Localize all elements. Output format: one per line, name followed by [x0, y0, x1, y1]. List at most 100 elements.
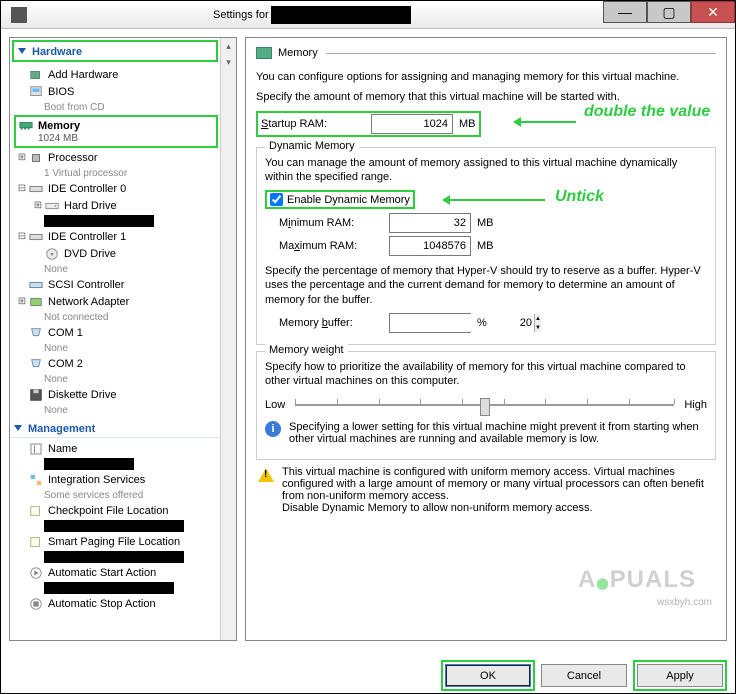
startup-ram-label: Startup RAM: — [261, 118, 371, 130]
buffer-input[interactable] — [390, 314, 534, 332]
tree-dvd[interactable]: DVD Drive — [10, 245, 236, 262]
info-text: Specifying a lower setting for this virt… — [289, 421, 707, 445]
warning-icon — [258, 468, 274, 482]
tree-network[interactable]: ⊞ Network Adapter — [10, 293, 236, 310]
tree-com1-sub: None — [10, 341, 236, 355]
tree-hard-drive[interactable]: ⊞ Hard Drive — [10, 197, 236, 214]
enable-dynamic-checkbox[interactable] — [270, 193, 283, 206]
redacted — [10, 519, 236, 533]
redacted — [10, 550, 236, 564]
memory-icon — [256, 47, 272, 59]
collapse-icon[interactable]: ⊟ — [16, 231, 28, 242]
slider-low-label: Low — [265, 399, 285, 411]
warning-text: This virtual machine is configured with … — [282, 466, 714, 514]
unit-mb: MB — [477, 240, 494, 252]
autostop-icon — [28, 597, 44, 611]
tree-bios-sub: Boot from CD — [10, 100, 236, 114]
slider-thumb[interactable] — [480, 398, 490, 416]
expand-icon[interactable]: ⊞ — [32, 200, 44, 211]
close-button[interactable]: ✕ — [691, 1, 735, 23]
name-icon: I — [28, 442, 44, 456]
tree-network-sub: Not connected — [10, 310, 236, 324]
tree-processor[interactable]: ⊞ Processor — [10, 149, 236, 166]
tree-scrollbar[interactable]: ▴ ▾ — [220, 38, 236, 640]
buffer-desc: Specify the percentage of memory that Hy… — [265, 264, 707, 307]
hard-drive-icon — [44, 199, 60, 213]
tree-integration-sub: Some services offered — [10, 488, 236, 502]
spin-down-icon[interactable]: ▼ — [535, 323, 541, 332]
startup-desc: Specify the amount of memory that this v… — [256, 90, 716, 104]
tree-com1[interactable]: COM 1 — [10, 324, 236, 341]
startup-ram-input[interactable] — [371, 114, 453, 134]
redacted — [10, 457, 236, 471]
memory-weight-title: Memory weight — [265, 344, 348, 356]
svg-text:I: I — [33, 444, 36, 456]
annotation-arrow — [516, 121, 576, 123]
enable-dynamic-label: Enable Dynamic Memory — [287, 194, 410, 206]
checkpoint-icon — [28, 504, 44, 518]
network-icon — [28, 295, 44, 309]
tree-checkpoint[interactable]: Checkpoint File Location — [10, 502, 236, 519]
max-ram-label: Maximum RAM: — [279, 240, 389, 252]
tree-integration[interactable]: Integration Services — [10, 471, 236, 488]
tree-scsi[interactable]: SCSI Controller — [10, 276, 236, 293]
info-icon: i — [265, 421, 281, 437]
tree-com2-sub: None — [10, 372, 236, 386]
integration-icon — [28, 473, 44, 487]
tree-autostart[interactable]: Automatic Start Action — [10, 564, 236, 581]
tree-diskette[interactable]: Diskette Drive — [10, 386, 236, 403]
buffer-spinner[interactable]: ▲▼ — [389, 313, 471, 333]
panel-title: Memory — [278, 47, 318, 59]
tree-memory[interactable]: Memory 1024 MB — [14, 115, 218, 148]
section-hardware[interactable]: Hardware — [12, 40, 218, 62]
expand-icon[interactable]: ⊞ — [16, 152, 28, 163]
bios-icon — [28, 85, 44, 99]
spin-up-icon[interactable]: ▲ — [535, 314, 541, 323]
ok-button[interactable]: OK — [445, 664, 531, 687]
unit-mb: MB — [477, 217, 494, 229]
tree-ide0[interactable]: ⊟ IDE Controller 0 — [10, 180, 236, 197]
minimize-button[interactable]: — — [603, 1, 647, 23]
weight-desc: Specify how to prioritize the availabili… — [265, 360, 707, 389]
unit-percent: % — [477, 317, 487, 329]
dynamic-desc: You can manage the amount of memory assi… — [265, 156, 707, 185]
redacted — [10, 214, 236, 228]
cancel-button[interactable]: Cancel — [541, 664, 627, 687]
dynamic-memory-title: Dynamic Memory — [265, 140, 359, 152]
annotation-untick: Untick — [555, 188, 604, 206]
tree-autostop[interactable]: Automatic Stop Action — [10, 595, 236, 612]
memory-settings-panel: Memory You can configure options for ass… — [245, 37, 727, 641]
app-icon — [11, 7, 27, 23]
tree-bios[interactable]: BIOS — [10, 83, 236, 100]
window-titlebar: Settings for — ▢ ✕ — [1, 1, 735, 29]
min-ram-input[interactable] — [389, 213, 471, 233]
watermark-sub: wsxbyh.com — [657, 597, 712, 608]
collapse-icon[interactable]: ⊟ — [16, 183, 28, 194]
unit-mb: MB — [459, 118, 476, 130]
section-management[interactable]: Management — [10, 419, 236, 438]
scroll-up-icon[interactable]: ▴ — [221, 38, 236, 54]
tree-add-hardware[interactable]: Add Hardware — [10, 66, 236, 83]
tree-smartpaging[interactable]: Smart Paging File Location — [10, 533, 236, 550]
max-ram-input[interactable] — [389, 236, 471, 256]
settings-tree: Hardware Add Hardware BIOS Boot from CD … — [9, 37, 237, 641]
tree-com2[interactable]: COM 2 — [10, 355, 236, 372]
annotation-arrow — [445, 199, 545, 201]
tree-diskette-sub: None — [10, 403, 236, 417]
scroll-down-icon[interactable]: ▾ — [221, 54, 236, 70]
ide-icon — [28, 230, 44, 244]
apply-button[interactable]: Apply — [637, 664, 723, 687]
processor-icon — [28, 151, 44, 165]
tree-ide1[interactable]: ⊟ IDE Controller 1 — [10, 228, 236, 245]
weight-slider[interactable] — [295, 395, 674, 415]
watermark: A⬤PUALS — [578, 566, 696, 594]
tree-name[interactable]: I Name — [10, 440, 236, 457]
autostart-icon — [28, 566, 44, 580]
scsi-icon — [28, 278, 44, 292]
maximize-button[interactable]: ▢ — [647, 1, 691, 23]
com-port-icon — [28, 357, 44, 371]
ide-icon — [28, 182, 44, 196]
expand-icon[interactable]: ⊞ — [16, 296, 28, 307]
tree-processor-sub: 1 Virtual processor — [10, 166, 236, 180]
diskette-icon — [28, 388, 44, 402]
